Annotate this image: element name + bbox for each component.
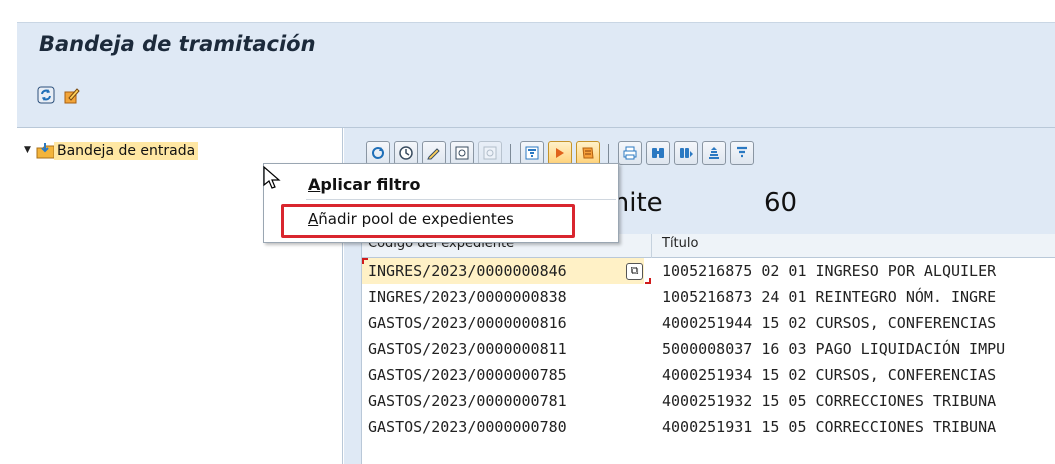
cell-code[interactable]: GASTOS/2023/0000000781 [368, 392, 567, 410]
print-button[interactable] [618, 141, 642, 165]
cell-title[interactable]: 1005216875 02 01 INGRESO POR ALQUILER [662, 262, 996, 280]
table-row[interactable]: INGRES/2023/0000000846 ⧉ 1005216875 02 0… [362, 258, 1055, 284]
find-next-button[interactable] [674, 141, 698, 165]
view-button[interactable] [450, 141, 474, 165]
context-menu: Aplicar filtro Añadir pool de expediente… [263, 163, 619, 243]
focus-bracket [362, 258, 368, 264]
table-row[interactable]: GASTOS/2023/0000000816 4000251944 15 02 … [362, 310, 1055, 336]
application-toolbar [17, 72, 1055, 128]
column-divider[interactable] [651, 234, 652, 258]
mouse-pointer-icon [263, 166, 281, 189]
table-row[interactable]: GASTOS/2023/0000000811 5000008037 16 03 … [362, 336, 1055, 362]
filter-set-button[interactable] [730, 141, 754, 165]
cell-code[interactable]: GASTOS/2023/0000000816 [368, 314, 567, 332]
toolbar-separator [510, 144, 511, 164]
sap-window: Bandeja de tramitación ▼ Bandeja de entr… [0, 0, 1055, 464]
table-row[interactable]: GASTOS/2023/0000000780 4000251931 15 05 … [362, 414, 1055, 440]
mnemonic-a: A [308, 210, 319, 228]
file-grid: Código del expediente Título INGRES/2023… [361, 234, 1055, 464]
sort-button[interactable] [702, 141, 726, 165]
edit-pencil-icon[interactable] [63, 86, 81, 104]
menu-item-label: ñadir pool de expedientes [318, 210, 514, 228]
cell-code[interactable]: GASTOS/2023/0000000785 [368, 366, 567, 384]
title-bar: Bandeja de tramitación [17, 22, 1055, 72]
column-header-title[interactable]: Título [662, 236, 698, 251]
menu-item-anadir-pool[interactable]: Añadir pool de expedientes [308, 210, 514, 228]
menu-item-aplicar-filtro[interactable]: Aplicar filtro [308, 175, 420, 194]
play-orange-button[interactable] [548, 141, 572, 165]
cell-title[interactable]: 4000251934 15 02 CURSOS, CONFERENCIAS [662, 366, 996, 384]
filter-button[interactable] [520, 141, 544, 165]
refresh-icon[interactable] [37, 86, 55, 104]
cell-title[interactable]: 5000008037 16 03 PAGO LIQUIDACIÓN IMPU [662, 340, 1005, 358]
menu-item-label: plicar filtro [320, 175, 421, 194]
refresh-button[interactable] [366, 141, 390, 165]
pencil-button[interactable] [422, 141, 446, 165]
mnemonic-a: A [308, 175, 321, 194]
orange-sheet-button[interactable] [576, 141, 600, 165]
cell-title[interactable]: 4000251931 15 05 CORRECCIONES TRIBUNA [662, 418, 996, 436]
tree-node-label[interactable]: Bandeja de entrada [54, 142, 199, 160]
page-title: Bandeja de tramitación [39, 32, 316, 56]
view-disabled-button [478, 141, 502, 165]
table-row[interactable]: INGRES/2023/0000000838 1005216873 24 01 … [362, 284, 1055, 310]
toolbar-separator [608, 144, 609, 164]
cell-code[interactable]: INGRES/2023/0000000838 [368, 288, 567, 306]
cell-code[interactable]: GASTOS/2023/0000000811 [368, 340, 567, 358]
cell-code[interactable]: GASTOS/2023/0000000780 [368, 418, 567, 436]
summary-count: 60 [764, 188, 798, 218]
find-button[interactable] [646, 141, 670, 165]
cell-title[interactable]: 1005216873 24 01 REINTEGRO NÓM. INGRE [662, 288, 996, 306]
cell-title[interactable]: 4000251932 15 05 CORRECCIONES TRIBUNA [662, 392, 996, 410]
cell-detail-icon[interactable]: ⧉ [626, 263, 643, 280]
table-row[interactable]: GASTOS/2023/0000000785 4000251934 15 02 … [362, 362, 1055, 388]
menu-divider [306, 199, 616, 200]
cell-title[interactable]: 4000251944 15 02 CURSOS, CONFERENCIAS [662, 314, 996, 332]
table-row[interactable]: GASTOS/2023/0000000781 4000251932 15 05 … [362, 388, 1055, 414]
clock-button[interactable] [394, 141, 418, 165]
cell-code[interactable]: INGRES/2023/0000000846 [368, 262, 567, 280]
expand-arrow-icon[interactable]: ▼ [24, 145, 31, 155]
